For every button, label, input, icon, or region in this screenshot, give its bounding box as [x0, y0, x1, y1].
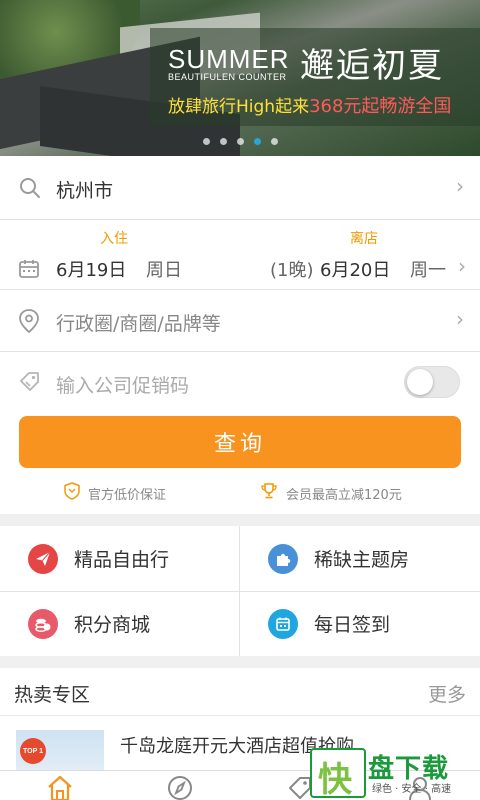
banner-dot[interactable] [270, 138, 278, 145]
area-placeholder: 行政圈/商圈/品牌等 [56, 313, 221, 335]
checkin-date[interactable]: 6月19日 [56, 256, 126, 282]
checkout-label: 离店 [350, 231, 378, 247]
chevron-right-icon: › [456, 174, 464, 198]
nights-count: (1晚) [270, 260, 314, 281]
banner-dot-active[interactable] [253, 138, 261, 145]
search-icon [18, 176, 42, 204]
coupon-input[interactable]: 输入公司促销码 [56, 371, 189, 398]
coupon-row: 输入公司促销码 [0, 352, 480, 412]
hotel-search-card: 杭州市 › 入住 离店 6月19日 周日 (1晚) 6月20日 周一 › 行政圈… [0, 156, 480, 514]
banner-subline-en: BEAUTIFULEN COUNTER [168, 72, 287, 82]
coins-icon [28, 608, 58, 639]
section-header: 热卖专区 更多 [0, 668, 480, 716]
checkout-date[interactable]: 6月20日 [320, 256, 390, 282]
banner-dot[interactable] [219, 138, 227, 145]
city-selector[interactable]: 杭州市 › [0, 156, 480, 220]
banner-pagination [0, 138, 480, 145]
grid-item-points-mall[interactable]: 积分商城 [0, 591, 240, 656]
checkout-weekday: 周一 [410, 260, 446, 281]
banner-dot[interactable] [236, 138, 244, 145]
price-guarantee: 官方低价保证 [64, 482, 166, 504]
grid-item-theme-rooms[interactable]: 稀缺主题房 [240, 526, 480, 591]
tag-icon [18, 370, 42, 398]
top-badge: TOP 1 [20, 738, 46, 764]
area-selector[interactable]: 行政圈/商圈/品牌等 › [0, 290, 480, 352]
banner-dot[interactable] [202, 138, 210, 145]
guarantee-text: 官方低价保证 [88, 487, 167, 503]
shield-icon [64, 482, 80, 504]
grid-item-daily-checkin[interactable]: 每日签到 [240, 591, 480, 656]
member-discount: 会员最高立减120元 [260, 482, 402, 504]
location-pin-icon [18, 308, 40, 338]
grid-item-label: 稀缺主题房 [314, 549, 410, 571]
grid-item-label: 积分商城 [74, 614, 151, 636]
member-discount-text: 会员最高立减120元 [286, 487, 402, 503]
banner-promo: 放肆旅行High起来368元起畅游全国 [168, 92, 451, 118]
calendar-check-icon [268, 608, 298, 639]
promo-banner[interactable]: SUMMER BEAUTIFULEN COUNTER 邂逅初夏 放肆旅行High… [0, 0, 480, 156]
banner-promo-price: 368元起畅游全国 [309, 96, 452, 117]
calendar-icon [18, 258, 40, 284]
date-selector[interactable]: 入住 离店 6月19日 周日 (1晚) 6月20日 周一 › [0, 220, 480, 290]
banner-promo-text: 放肆旅行High起来 [168, 97, 310, 117]
toggle-knob [407, 369, 433, 395]
query-button[interactable]: 查询 [19, 416, 461, 468]
trophy-icon [260, 482, 278, 504]
city-value: 杭州市 [56, 180, 114, 202]
watermark-logo: 快 [310, 748, 366, 800]
site-watermark: 快 盘下载 绿色 · 安全 · 高速 [310, 746, 480, 800]
grid-item-free-travel[interactable]: 精品自由行 [0, 526, 240, 591]
feature-grid: 精品自由行 稀缺主题房 积分商城 每日签到 [0, 526, 480, 656]
grid-item-label: 精品自由行 [74, 549, 170, 571]
checkin-weekday: 周日 [146, 260, 182, 281]
coupon-toggle[interactable] [404, 366, 460, 398]
watermark-tagline: 绿色 · 安全 · 高速 [372, 784, 452, 795]
watermark-logo-char: 快 [318, 760, 352, 800]
checkin-label: 入住 [100, 231, 128, 247]
banner-headline-en: SUMMER [168, 44, 290, 74]
puzzle-icon [268, 543, 298, 574]
chevron-right-icon: › [458, 254, 466, 278]
compass-icon[interactable] [165, 773, 195, 800]
chevron-right-icon: › [456, 307, 464, 331]
paper-plane-icon [28, 543, 58, 574]
home-icon[interactable] [45, 773, 75, 800]
section-title: 热卖专区 [14, 684, 91, 706]
banner-headline-cn: 邂逅初夏 [300, 46, 444, 86]
more-link[interactable]: 更多 [428, 680, 466, 707]
grid-item-label: 每日签到 [314, 614, 391, 636]
